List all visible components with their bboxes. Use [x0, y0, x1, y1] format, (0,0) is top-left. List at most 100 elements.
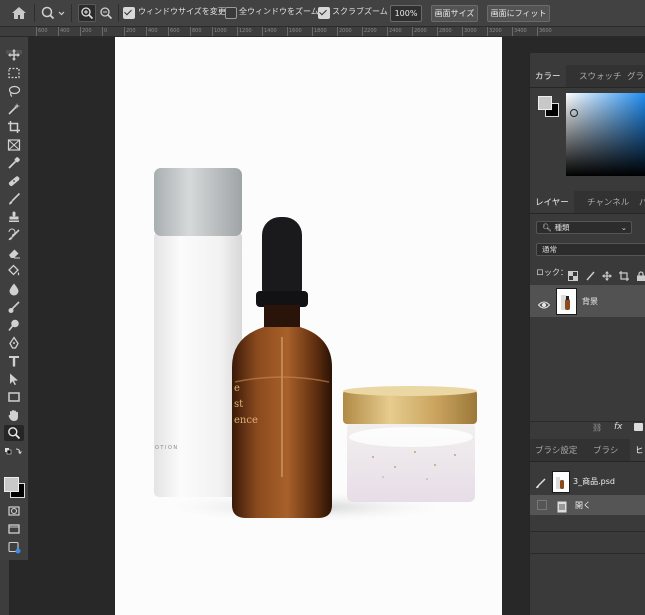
scrubby-zoom-checkbox[interactable]: [318, 7, 330, 19]
tab-swatches[interactable]: スウォッチ: [574, 65, 627, 87]
lock-move-icon[interactable]: [602, 266, 612, 281]
layer-name: 背景: [582, 297, 598, 306]
ruler-tick: 2800: [437, 27, 452, 36]
history-state-row[interactable]: 開く: [530, 495, 645, 515]
fill-screen-button[interactable]: 画面にフィット: [487, 5, 550, 22]
lasso-tool-icon[interactable]: [4, 83, 24, 99]
zoom-out-icon[interactable]: [98, 4, 114, 22]
fit-screen-button[interactable]: 画面サイズ: [431, 5, 478, 22]
layer-mask-icon[interactable]: [634, 423, 643, 431]
pen-tool-icon[interactable]: [4, 335, 24, 351]
tab-brushes[interactable]: ブラシ: [588, 439, 623, 461]
bottle-label-line: st: [234, 399, 243, 410]
ruler-tick: 400: [58, 27, 70, 36]
tab-history[interactable]: ヒ: [630, 439, 645, 461]
screen-mode-icon[interactable]: [4, 521, 24, 537]
tab-brush-settings[interactable]: ブラシ設定: [530, 439, 582, 461]
ruler-tick: 600: [36, 27, 48, 36]
layers-panel-tabs: レイヤー チャンネル パ: [530, 191, 645, 214]
crop-tool-icon[interactable]: [4, 119, 24, 135]
brush-tool-icon[interactable]: [4, 191, 24, 207]
search-icon: 🔍︎: [542, 223, 552, 232]
ruler-tick: 1000: [212, 27, 227, 36]
resize-windows-checkbox[interactable]: [123, 7, 135, 19]
frame-tool-icon[interactable]: [4, 137, 24, 153]
lock-artboard-icon[interactable]: [619, 266, 629, 281]
product-photo: OTION e st ence: [154, 168, 477, 523]
blur-tool-icon[interactable]: [4, 281, 24, 297]
zoom-100-button[interactable]: 100%: [390, 5, 422, 22]
layer-row[interactable]: 背景: [530, 285, 645, 317]
eyedropper-icon[interactable]: [4, 155, 24, 171]
healing-brush-icon[interactable]: [4, 173, 24, 189]
divider: [530, 553, 645, 554]
history-snapshot-row[interactable]: 3_商品.psd: [530, 469, 645, 493]
ruler-tick: 800: [190, 27, 202, 36]
share-icon[interactable]: [4, 539, 24, 555]
ruler-tick: 200: [80, 27, 92, 36]
hand-tool-icon[interactable]: [4, 407, 24, 423]
ruler-tick: 3400: [512, 27, 527, 36]
bottle-label-line: ence: [234, 415, 258, 426]
eraser-tool-icon[interactable]: [4, 245, 24, 261]
ruler-tick: 600: [168, 27, 180, 36]
foreground-color-swatch[interactable]: [4, 477, 19, 492]
tab-gradients[interactable]: グラ: [622, 65, 645, 87]
zoom-tool-preset-icon[interactable]: [40, 4, 66, 22]
panel-dock: カラー スウォッチ グラ レイヤー チャンネル パ 🔍︎ 種類 ⌄ 通常 ロック…: [529, 53, 645, 615]
color-picker-field[interactable]: [566, 93, 645, 176]
document-name: 3_商品.psd: [573, 477, 615, 486]
history-source-checkbox[interactable]: [537, 500, 547, 510]
ruler-tick: 200: [124, 27, 136, 36]
layer-filter-select[interactable]: 🔍︎ 種類 ⌄: [536, 221, 632, 234]
smudge-tool-icon[interactable]: [4, 299, 24, 315]
lock-label: ロック：: [536, 268, 568, 277]
ruler-tick: 2200: [362, 27, 377, 36]
all-windows-checkbox[interactable]: [225, 7, 237, 19]
type-tool-icon[interactable]: [4, 353, 24, 369]
separator: [34, 4, 35, 22]
fx-icon[interactable]: fx: [614, 422, 623, 432]
separator: [71, 4, 72, 22]
magic-wand-icon[interactable]: [4, 101, 24, 117]
bottle-label-line: e: [234, 383, 240, 394]
vertical-ruler: [0, 560, 9, 615]
lock-brush-icon[interactable]: [585, 266, 595, 281]
document-canvas[interactable]: OTION e st ence: [115, 37, 502, 615]
default-colors-icon[interactable]: [4, 447, 24, 457]
history-panel-tabs: ブラシ設定 ブラシ ヒ: [530, 439, 645, 462]
history-brush-icon[interactable]: [4, 227, 24, 243]
link-layers-icon[interactable]: ⛓: [592, 423, 602, 432]
lock-all-icon[interactable]: [636, 266, 645, 281]
tab-layers[interactable]: レイヤー: [530, 191, 574, 213]
separator: [118, 4, 119, 22]
snapshot-thumbnail: [552, 471, 570, 493]
ruler-tick: 3200: [487, 27, 502, 36]
color-picker-cursor[interactable]: [570, 109, 578, 117]
rectangle-tool-icon[interactable]: [4, 389, 24, 405]
ruler-tick: 1200: [237, 27, 252, 36]
lock-transparent-icon[interactable]: [568, 266, 578, 281]
zoom-in-icon[interactable]: [78, 4, 96, 22]
all-windows-label: 全ウィンドウをズーム: [239, 7, 319, 16]
zoom-tool-icon[interactable]: [4, 425, 24, 441]
paint-bucket-icon[interactable]: [4, 263, 24, 279]
quick-mask-icon[interactable]: [4, 503, 24, 519]
color-panel-tabs: カラー スウォッチ グラ: [530, 65, 645, 88]
move-tool-icon[interactable]: [4, 47, 24, 63]
tab-color[interactable]: カラー: [530, 65, 566, 87]
path-selection-icon[interactable]: [4, 371, 24, 387]
blend-mode-select[interactable]: 通常: [536, 243, 645, 256]
tab-paths[interactable]: パ: [634, 191, 645, 213]
home-icon[interactable]: [10, 5, 28, 21]
history-state-label: 開く: [575, 501, 591, 510]
eye-icon[interactable]: [537, 295, 551, 314]
history-brush-source-icon[interactable]: [535, 474, 547, 493]
tab-channels[interactable]: チャンネル: [582, 191, 634, 213]
clone-stamp-icon[interactable]: [4, 209, 24, 225]
blend-mode-value: 通常: [542, 245, 557, 254]
ruler-tick: 3000: [462, 27, 477, 36]
fg-color-swatch[interactable]: [538, 96, 552, 110]
marquee-tool-icon[interactable]: [4, 65, 24, 81]
dodge-tool-icon[interactable]: [4, 317, 24, 333]
